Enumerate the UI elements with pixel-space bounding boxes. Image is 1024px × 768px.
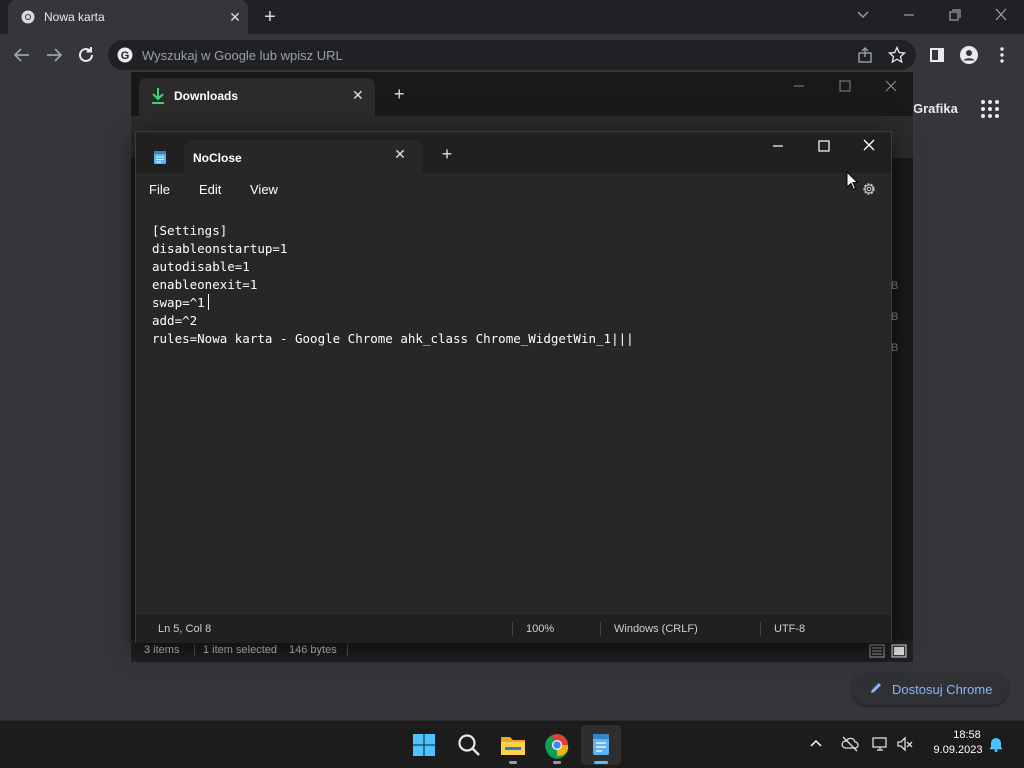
notepad-minimize-icon[interactable] (770, 138, 786, 154)
notepad-maximize-icon[interactable] (816, 138, 832, 154)
notepad-text-content[interactable]: [Settings] disableonstartup=1 autodisabl… (152, 222, 634, 348)
chrome-tab-title: Nowa karta (44, 10, 105, 24)
running-indicator (553, 761, 561, 764)
notification-bell-icon[interactable] (987, 735, 1005, 753)
mouse-cursor-icon (846, 171, 858, 191)
explorer-minimize-icon[interactable] (791, 78, 807, 94)
chrome-icon[interactable] (537, 725, 577, 765)
chevron-up-icon[interactable] (808, 736, 824, 752)
explorer-close-icon[interactable] (883, 78, 899, 94)
explorer-status-bar: 3 items | 1 item selected 146 bytes | (131, 640, 913, 662)
notepad-new-tab-button[interactable]: + (438, 144, 456, 165)
explorer-tab-downloads[interactable]: Downloads ✕ (139, 78, 375, 116)
notepad-window: NoClose ✕ + File Edit View [Settings] di… (135, 131, 892, 643)
svg-text:G: G (121, 50, 130, 62)
status-sep-1: | (193, 644, 196, 656)
download-arrow-icon (150, 87, 166, 105)
status-selected: 1 item selected (203, 644, 277, 656)
chrome-close-icon[interactable] (986, 5, 1016, 25)
onedrive-off-icon[interactable] (840, 735, 860, 753)
search-icon[interactable] (449, 725, 489, 765)
chrome-new-tab-button[interactable]: + (258, 6, 282, 28)
menu-view[interactable]: View (250, 182, 278, 197)
chrome-tab-close-icon[interactable]: ✕ (226, 8, 244, 26)
start-icon[interactable] (404, 725, 444, 765)
settings-gear-icon[interactable] (861, 181, 877, 197)
reload-icon[interactable] (74, 43, 98, 67)
active-indicator (594, 761, 608, 764)
explorer-maximize-icon[interactable] (837, 78, 853, 94)
omnibox-placeholder: Wyszukaj w Google lub wpisz URL (142, 48, 343, 63)
notepad-app-icon (153, 149, 167, 165)
status-divider (600, 622, 601, 636)
notepad-status-bar: Ln 5, Col 8 100% Windows (CRLF) UTF-8 (136, 613, 891, 643)
notepad-titlebar: NoClose ✕ + (136, 132, 891, 173)
explorer-new-tab-button[interactable]: + (394, 84, 405, 105)
back-icon[interactable] (10, 43, 34, 67)
notepad-icon[interactable] (581, 725, 621, 765)
notepad-menubar: File Edit View (136, 173, 891, 207)
status-size: 146 bytes (289, 644, 337, 656)
menu-file[interactable]: File (149, 182, 170, 197)
status-items: 3 items (144, 644, 180, 656)
chrome-minimize-icon[interactable] (894, 5, 924, 25)
file-size-b-1: B (891, 280, 899, 292)
taskbar (0, 720, 1024, 768)
google-apps-icon[interactable] (980, 99, 1000, 119)
chrome-restore-icon[interactable] (940, 5, 970, 25)
file-size-b-2: B (891, 311, 899, 323)
menu-edit[interactable]: Edit (199, 182, 221, 197)
clock-time[interactable]: 18:58 (945, 729, 989, 741)
explorer-tab-title: Downloads (174, 89, 239, 103)
status-encoding: UTF-8 (774, 623, 806, 635)
customize-chrome-button[interactable]: Dostosuj Chrome (852, 673, 1008, 705)
bookmark-star-icon[interactable] (888, 46, 906, 64)
chrome-menu-icon[interactable] (990, 43, 1014, 67)
notepad-close-icon[interactable] (861, 137, 877, 153)
status-sep-2: | (346, 644, 349, 656)
file-size-b-3: B (891, 342, 899, 354)
notepad-tab-close-icon[interactable]: ✕ (391, 146, 409, 163)
side-panel-icon[interactable] (925, 43, 949, 67)
omnibox[interactable]: G Wyszukaj w Google lub wpisz URL (108, 40, 916, 70)
customize-chrome-label: Dostosuj Chrome (892, 682, 993, 697)
status-divider (512, 622, 513, 636)
status-zoom: 100% (526, 623, 555, 635)
display-icon[interactable] (871, 735, 889, 753)
clock-date[interactable]: 9.09.2023 (927, 744, 989, 756)
explorer-tab-close-icon[interactable]: ✕ (352, 87, 364, 104)
tiles-view-icon[interactable] (891, 643, 907, 659)
chrome-tab-search-icon[interactable] (848, 5, 878, 25)
notepad-tab-noclose[interactable]: NoClose (184, 140, 422, 173)
volume-muted-icon[interactable] (896, 735, 914, 753)
forward-icon[interactable] (42, 43, 66, 67)
google-g-icon: G (117, 47, 133, 63)
share-icon[interactable] (856, 46, 874, 64)
grafika-link[interactable]: Grafika (913, 101, 958, 116)
details-view-icon[interactable] (869, 643, 885, 659)
status-position: Ln 5, Col 8 (158, 623, 212, 635)
chrome-favicon-icon (21, 10, 35, 24)
chrome-tab-nowa-karta[interactable]: Nowa karta ✕ (8, 0, 248, 34)
pencil-icon (869, 681, 883, 695)
notepad-tab-title: NoClose (193, 151, 242, 165)
status-divider (760, 622, 761, 636)
file-explorer-icon[interactable] (493, 725, 533, 765)
running-indicator (509, 761, 517, 764)
profile-icon[interactable] (957, 43, 981, 67)
text-caret (208, 294, 209, 310)
status-line-ending: Windows (CRLF) (614, 623, 698, 635)
